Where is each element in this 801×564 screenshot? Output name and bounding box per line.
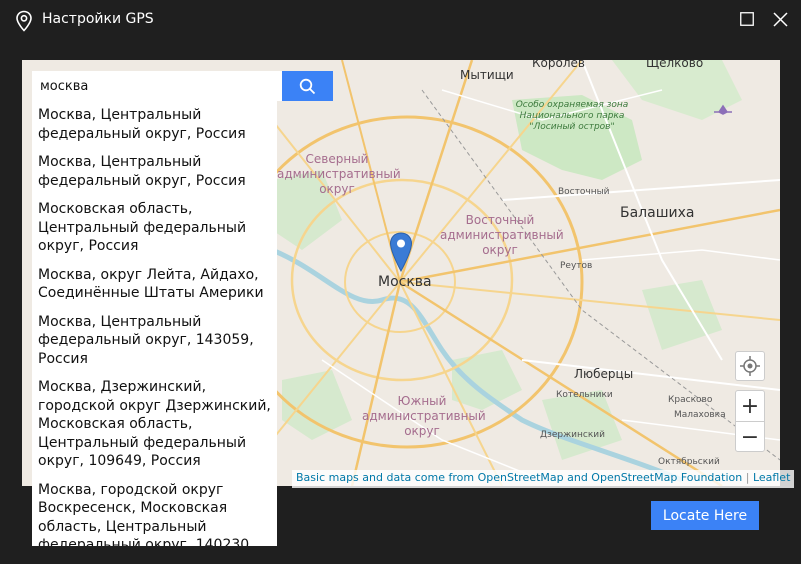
- window-title: Настройки GPS: [42, 11, 154, 27]
- zoom-out-button[interactable]: −: [736, 422, 764, 452]
- map-label-korolev: Королев: [532, 60, 585, 70]
- attribution-link[interactable]: Basic maps and data come from OpenStreet…: [296, 471, 742, 484]
- my-location-button[interactable]: [735, 351, 765, 381]
- map-attribution: Basic maps and data come from OpenStreet…: [292, 470, 795, 488]
- search-result-item[interactable]: Москва, городской округ Воскресенск, Мос…: [32, 476, 277, 547]
- search-result-item[interactable]: Москва, Центральный федеральный округ, Р…: [32, 148, 277, 195]
- map-label-reutov: Реутов: [560, 261, 593, 271]
- search-results-list: Москва, Центральный федеральный округ, Р…: [32, 101, 277, 546]
- map-label-malakhovka: Малаховка: [674, 410, 726, 420]
- search-result-item[interactable]: Москва, Центральный федеральный округ, Р…: [32, 101, 277, 148]
- search-result-item[interactable]: Москва, Центральный федеральный округ, 1…: [32, 308, 277, 374]
- map-label-lyubertsy: Люберцы: [574, 367, 634, 381]
- map-label-park: Особо охраняемая зона Национального парк…: [515, 100, 629, 132]
- location-marker-icon[interactable]: [389, 232, 413, 272]
- map-label-krasnovo: Красково: [668, 395, 713, 405]
- map-label-shchelkovo: Щелково: [646, 60, 704, 70]
- search-icon: [299, 78, 316, 95]
- map-label-dzerzhinsky: Дзержинский: [540, 430, 605, 440]
- map-label-kotelniki: Котельники: [556, 390, 613, 400]
- crosshair-icon: [740, 356, 760, 376]
- maximize-icon[interactable]: [740, 12, 754, 26]
- map-label-east-district: Восточный административный округ: [440, 213, 564, 257]
- map-label-balashikha: Балашиха: [620, 205, 695, 221]
- location-pin-icon: [16, 10, 32, 32]
- map-label-mytishchi: Мытищи: [460, 68, 514, 82]
- map-label-oktyabrsky: Октябрьский: [658, 457, 720, 467]
- map-label-north-district: Северный административный округ: [277, 152, 401, 196]
- zoom-in-button[interactable]: +: [736, 391, 764, 422]
- map-label-vostochny: Восточный: [558, 187, 610, 197]
- close-icon[interactable]: [773, 12, 788, 27]
- search-input[interactable]: [32, 71, 282, 101]
- search-result-item[interactable]: Москва, Дзержинский, городской округ Дзе…: [32, 373, 277, 476]
- locate-here-button[interactable]: Locate Here: [651, 501, 759, 530]
- map-label-moscow: Москва: [378, 274, 432, 290]
- search-result-item[interactable]: Москва, округ Лейта, Айдахо, Соединённые…: [32, 261, 277, 308]
- search-result-item[interactable]: Московская область, Центральный федераль…: [32, 195, 277, 261]
- zoom-control: + −: [735, 390, 765, 452]
- map-label-south-district: Южный административный округ: [362, 394, 486, 438]
- search-button[interactable]: [282, 71, 333, 101]
- leaflet-link[interactable]: Leaflet: [753, 471, 790, 484]
- title-bar: Настройки GPS: [0, 0, 801, 40]
